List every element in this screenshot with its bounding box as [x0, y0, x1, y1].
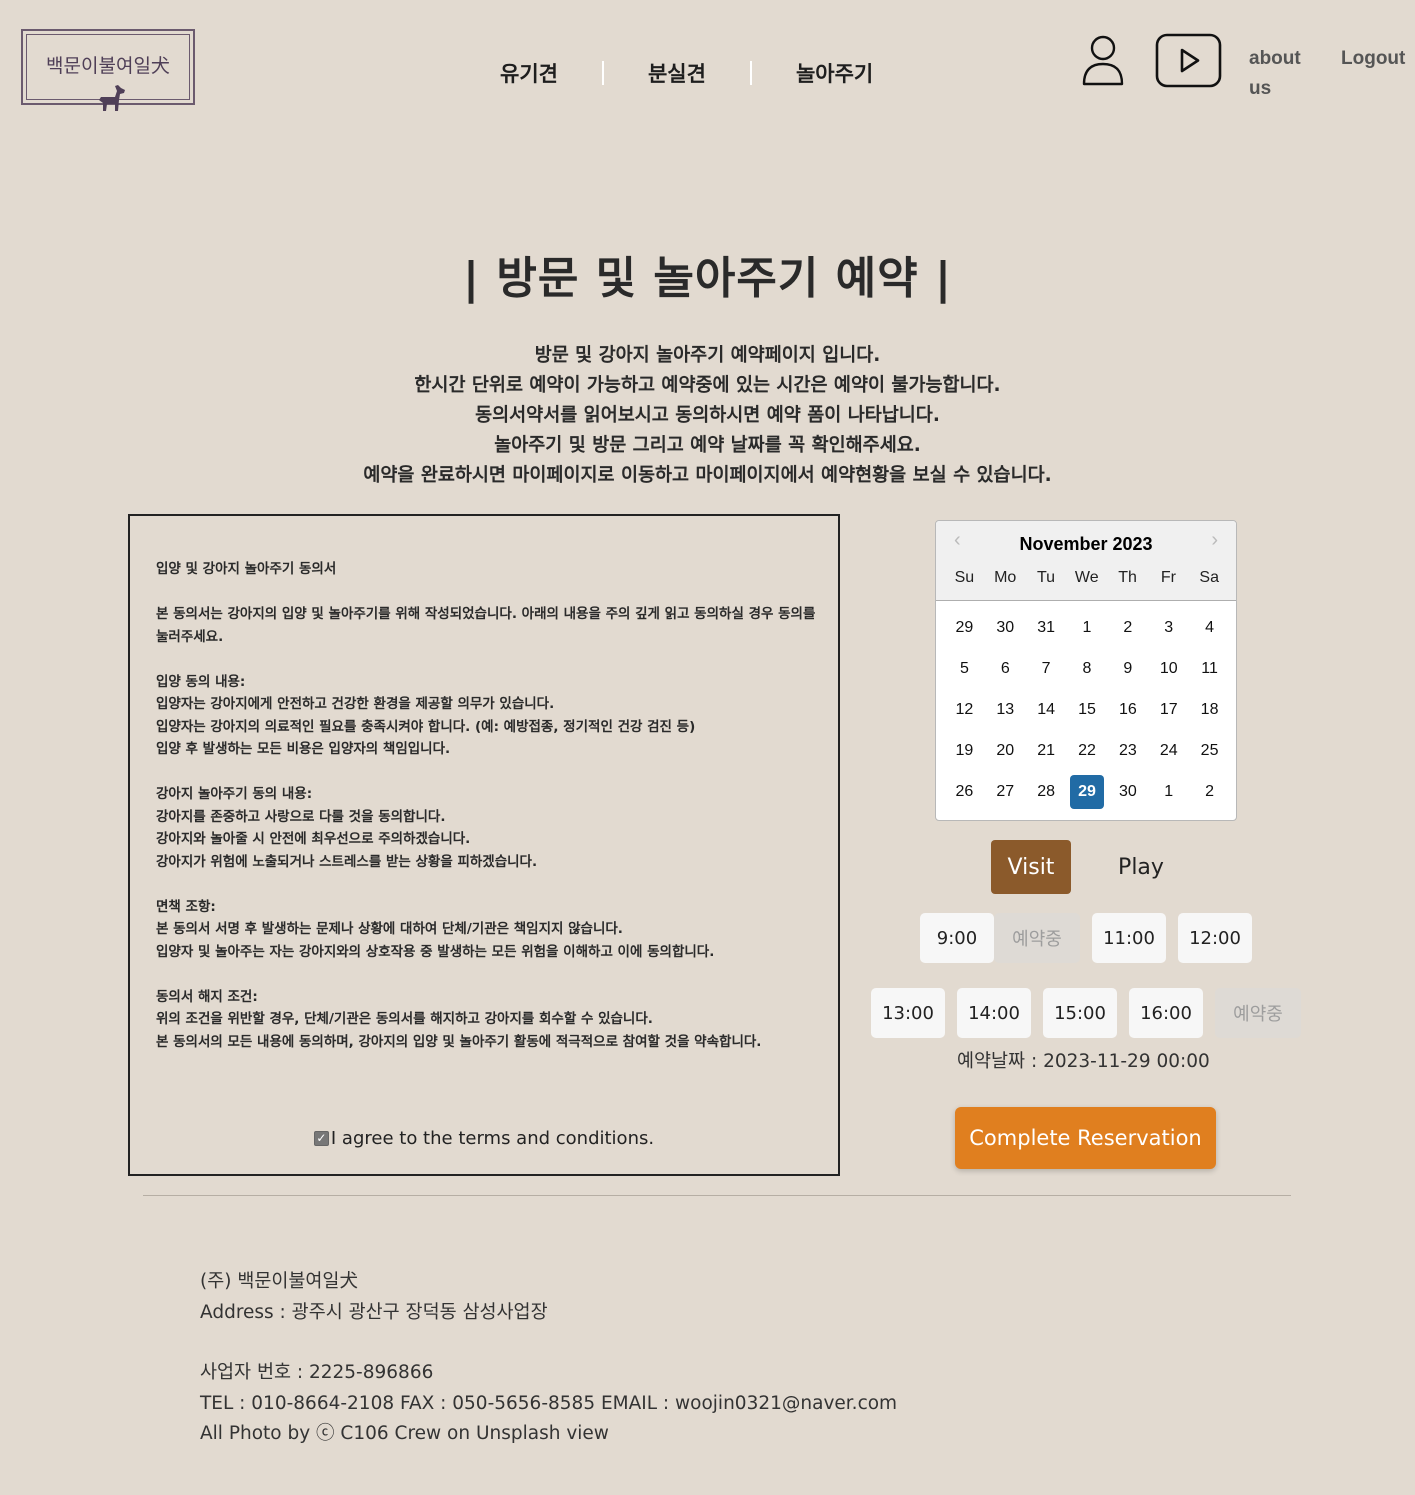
play-button[interactable]: Play: [1101, 840, 1181, 894]
page-title: | 방문 및 놀아주기 예약 |: [462, 253, 953, 304]
calendar-day[interactable]: 31: [1029, 611, 1064, 645]
consent-text: 입양 및 강아지 놀아주기 동의서 본 동의서는 강아지의 입양 및 놀아주기를…: [156, 561, 816, 1050]
next-month-icon[interactable]: ›: [1211, 529, 1218, 552]
agree-label: I agree to the terms and conditions.: [330, 1128, 655, 1149]
weekday-label: Sa: [1199, 569, 1219, 586]
calendar-day[interactable]: 16: [1110, 693, 1145, 727]
agree-row[interactable]: ✓ I agree to the terms and conditions.: [130, 1128, 838, 1149]
nav-item-abandoned-dogs[interactable]: 유기견: [500, 58, 558, 88]
footer-address: Address : 광주시 광산구 장덕동 삼성사업장: [200, 1301, 548, 1323]
calendar-day[interactable]: 23: [1110, 734, 1145, 768]
calendar-day[interactable]: 10: [1151, 652, 1186, 686]
time-slot[interactable]: 11:00: [1092, 913, 1166, 963]
time-slot-booked: 예약중: [1215, 988, 1301, 1038]
calendar-day[interactable]: 22: [1070, 734, 1105, 768]
calendar-day[interactable]: 20: [988, 734, 1023, 768]
calendar-day[interactable]: 7: [1029, 652, 1064, 686]
time-slot[interactable]: 15:00: [1043, 988, 1117, 1038]
calendar-day[interactable]: 12: [947, 693, 982, 727]
intro-line: 예약을 완료하시면 마이페이지로 이동하고 마이페이지에서 예약현황을 보실 수…: [363, 465, 1052, 486]
main-nav: 유기견 분실견 놀아주기: [500, 56, 873, 90]
consent-box: 입양 및 강아지 놀아주기 동의서 본 동의서는 강아지의 입양 및 놀아주기를…: [128, 514, 840, 1176]
time-slot[interactable]: 12:00: [1178, 913, 1252, 963]
intro-line: 방문 및 강아지 놀아주기 예약페이지 입니다.: [534, 345, 881, 366]
nav-item-play[interactable]: 놀아주기: [796, 58, 873, 88]
calendar-day[interactable]: 29: [947, 611, 982, 645]
calendar-day[interactable]: 6: [988, 652, 1023, 686]
site-logo[interactable]: 백문이불여일犬: [21, 29, 195, 111]
calendar-day[interactable]: 15: [1070, 693, 1105, 727]
time-slot[interactable]: 13:00: [871, 988, 945, 1038]
intro-line: 동의서약서를 읽어보시고 동의하시면 예약 폼이 나타납니다.: [475, 405, 940, 426]
calendar-day[interactable]: 27: [988, 775, 1023, 809]
weekday-label: Mo: [994, 569, 1017, 586]
time-slot-booked: 예약중: [994, 913, 1080, 963]
weekday-label: Tu: [1036, 569, 1056, 586]
footer-company: (주) 백문이불여일犬: [200, 1271, 358, 1292]
calendar-weekdays: Su Mo Tu We Th Fr Sa: [944, 569, 1230, 587]
logout-link[interactable]: Logout: [1341, 44, 1405, 74]
time-slot[interactable]: 14:00: [957, 988, 1031, 1038]
agree-checkbox[interactable]: ✓: [313, 1131, 329, 1146]
calendar-month: November 2023: [1019, 534, 1153, 554]
calendar-day[interactable]: 11: [1192, 652, 1227, 686]
calendar-day[interactable]: 9: [1110, 652, 1145, 686]
calendar-day[interactable]: 18: [1192, 693, 1227, 727]
dog-icon: [99, 85, 125, 111]
visit-button[interactable]: Visit: [991, 840, 1071, 894]
calendar-day[interactable]: 25: [1192, 734, 1227, 768]
user-icon[interactable]: [1080, 33, 1126, 87]
intro-text: 방문 및 강아지 놀아주기 예약페이지 입니다. 한시간 단위로 예약이 가능하…: [0, 341, 1415, 491]
calendar-day-selected[interactable]: 29: [1069, 775, 1105, 809]
weekday-label: We: [1074, 569, 1099, 586]
date-picker: ‹ November 2023 › Su Mo Tu We Th Fr Sa 2…: [935, 520, 1237, 821]
weekday-label: Fr: [1160, 569, 1176, 586]
time-slot[interactable]: 9:00: [920, 913, 994, 963]
calendar-day[interactable]: 8: [1070, 652, 1105, 686]
logo-text: 백문이불여일犬: [46, 55, 170, 77]
calendar-day[interactable]: 24: [1151, 734, 1186, 768]
calendar-day[interactable]: 30: [1110, 775, 1145, 809]
footer-business-number: 사업자 번호 : 2225-896866: [200, 1362, 434, 1383]
calendar-header: ‹ November 2023 › Su Mo Tu We Th Fr Sa: [936, 521, 1236, 601]
complete-reservation-button[interactable]: Complete Reservation: [955, 1107, 1216, 1169]
calendar-day[interactable]: 3: [1151, 611, 1186, 645]
calendar-day[interactable]: 13: [988, 693, 1023, 727]
nav-separator: [601, 61, 604, 85]
weekday-label: Th: [1118, 569, 1137, 586]
footer-credit: All Photo by ⓒ C106 Crew on Unsplash vie…: [200, 1423, 609, 1444]
calendar-day[interactable]: 2: [1192, 775, 1227, 809]
intro-line: 놀아주기 및 방문 그리고 예약 날짜를 꼭 확인해주세요.: [494, 435, 921, 456]
calendar-day[interactable]: 26: [947, 775, 982, 809]
footer: (주) 백문이불여일犬 Address : 광주시 광산구 장덕동 삼성사업장 …: [200, 1267, 897, 1450]
calendar-day[interactable]: 30: [988, 611, 1023, 645]
footer-contact: TEL : 010-8664-2108 FAX : 050-5656-8585 …: [200, 1392, 898, 1414]
nav-item-lost-dogs[interactable]: 분실견: [648, 58, 706, 88]
footer-divider: [143, 1195, 1291, 1196]
calendar-day[interactable]: 21: [1029, 734, 1064, 768]
calendar-days: 29 30 31 1 2 3 4 5 6 7 8 9 10 11 12 13 14 15 16 17 18 19 20 21 2…: [944, 611, 1230, 809]
calendar-day[interactable]: 1: [1151, 775, 1186, 809]
calendar-day[interactable]: 19: [947, 734, 982, 768]
calendar-day[interactable]: 4: [1192, 611, 1227, 645]
weekday-label: Su: [954, 569, 975, 586]
calendar-day[interactable]: 28: [1029, 775, 1064, 809]
reservation-date: 예약날짜 : 2023-11-29 00:00: [957, 1051, 1210, 1072]
calendar-day[interactable]: 2: [1110, 611, 1145, 645]
calendar-day[interactable]: 17: [1151, 693, 1186, 727]
intro-line: 한시간 단위로 예약이 가능하고 예약중에 있는 시간은 예약이 불가능합니다.: [414, 375, 1001, 396]
about-us-link[interactable]: about us: [1249, 44, 1319, 104]
calendar-day[interactable]: 1: [1070, 611, 1105, 645]
calendar-day[interactable]: 14: [1029, 693, 1064, 727]
youtube-icon[interactable]: [1155, 33, 1223, 89]
time-slot[interactable]: 16:00: [1129, 988, 1203, 1038]
nav-separator: [749, 61, 752, 85]
calendar-day[interactable]: 5: [947, 652, 982, 686]
